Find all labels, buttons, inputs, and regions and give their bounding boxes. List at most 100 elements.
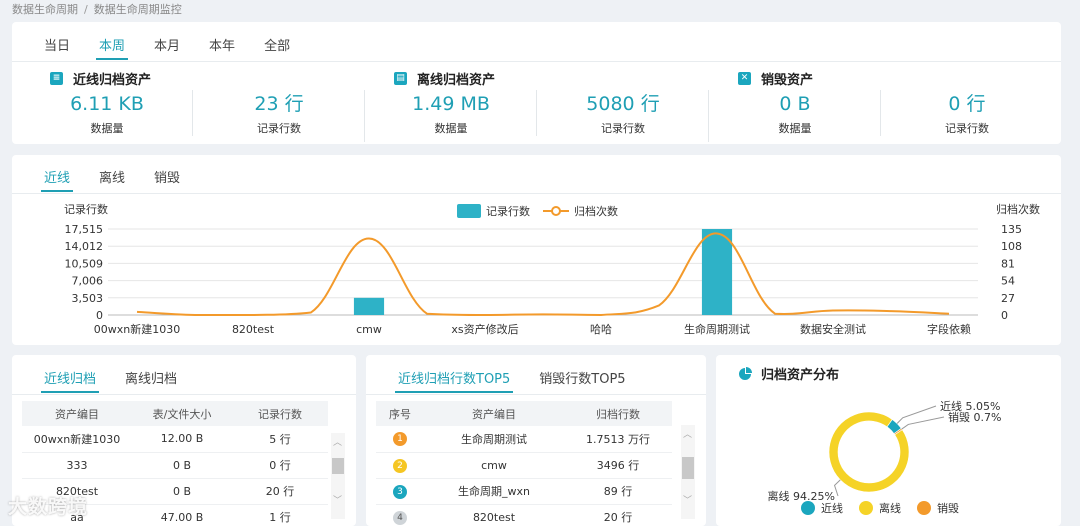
table-row[interactable]: 333 0 B0 行 — [22, 452, 328, 479]
table-row[interactable]: 3 生命周期_wxn 89 行 — [376, 478, 672, 505]
period-tabs: 当日 本周 本月 本年 全部 — [44, 35, 319, 60]
x-tick-label: cmw — [356, 323, 382, 336]
table-row[interactable]: 1 生命周期测试 1.7513 万行 — [376, 426, 672, 453]
tab-all[interactable]: 全部 — [264, 35, 290, 60]
rank-badge: 2 — [393, 458, 407, 473]
breadcrumb-parent[interactable]: 数据生命周期 — [12, 3, 78, 16]
table-row[interactable]: 2 cmw 3496 行 — [376, 452, 672, 479]
y2-tick-label: 0 — [1001, 309, 1008, 322]
row-count-label: 记录行数 — [257, 122, 301, 135]
slice-label: 销毁 0.7% — [948, 410, 1001, 424]
archive-trend-chart: 0 3,503 7,006 10,509 14,012 17,515 0 27 54 81 108 1… — [64, 202, 1040, 336]
y2-tick-label: 108 — [1001, 240, 1022, 253]
y2-tick-label: 54 — [1001, 275, 1015, 288]
destroyed-assets-group: ✕ 销毁资产 0 B 数据量 0 行记录行数 — [700, 66, 1044, 140]
scroll-down-icon[interactable]: ﹀ — [683, 493, 692, 506]
breadcrumb-current: 数据生命周期监控 — [93, 3, 182, 16]
bar-record-rows[interactable] — [701, 229, 733, 315]
table-scrollbar[interactable]: ︿ ﹀ — [681, 425, 695, 519]
asset-name: 生命周期测试 — [424, 426, 564, 453]
archive-tray-icon: ≡ — [50, 72, 63, 85]
legend-label[interactable]: 记录行数 — [486, 205, 530, 218]
slice-label: 离线 94.25% — [768, 489, 835, 503]
asset-size: 47.00 B — [132, 504, 232, 526]
asset-size: 0 B — [132, 478, 232, 505]
asset-rows: 20 行 — [232, 478, 328, 505]
asset-size: 0 B — [132, 452, 232, 479]
legend-label[interactable]: 销毁 — [937, 501, 959, 515]
table-scrollbar[interactable]: ︿ ﹀ — [331, 433, 345, 519]
column-header[interactable]: 归档行数 — [564, 401, 672, 426]
row-count-value: 23 行 — [254, 93, 304, 115]
watermark: 大数跨境 — [8, 496, 89, 518]
y-tick-label: 0 — [96, 309, 103, 322]
top5-table: 序号 资产编目 归档行数 1 生命周期测试 1.7513 万行 2 cmw 3496 行… — [376, 401, 672, 526]
asset-rows: 0 行 — [232, 452, 328, 479]
legend-label[interactable]: 近线 — [821, 501, 843, 515]
data-size-label: 数据量 — [90, 122, 124, 135]
y2-tick-label: 81 — [1001, 257, 1015, 270]
tab-this-year[interactable]: 本年 — [209, 35, 235, 60]
tab-this-week[interactable]: 本周 — [96, 35, 129, 60]
tab-nearline-top5[interactable]: 近线归档行数TOP5 — [394, 368, 514, 393]
data-size-value: 0 B — [779, 93, 811, 115]
tab-nearline-archive[interactable]: 近线归档 — [40, 368, 100, 393]
group-title: 近线归档资产 — [73, 73, 152, 88]
tab-this-month[interactable]: 本月 — [154, 35, 180, 60]
column-header[interactable]: 序号 — [376, 401, 424, 426]
distribution-card: 归档资产分布 近线 5.05% 销毁 0.7% 离线 94.25% 近线 离线 销毁 — [716, 355, 1061, 526]
label-leader-line — [896, 405, 937, 424]
y-axis-title: 记录行数 — [64, 203, 108, 216]
rank-badge: 4 — [393, 510, 407, 525]
scroll-up-icon[interactable]: ︿ — [333, 435, 342, 448]
archived-rows: 89 行 — [564, 478, 672, 505]
row-count-value: 5080 行 — [586, 93, 660, 115]
legend-dot — [917, 501, 931, 515]
legend-label[interactable]: 离线 — [879, 501, 901, 515]
rank-badge: 1 — [393, 432, 407, 447]
asset-size: 12.00 B — [132, 426, 232, 453]
breadcrumb: 数据生命周期 / 数据生命周期监控 — [12, 3, 182, 16]
archived-rows: 1.7513 万行 — [564, 426, 672, 453]
y2-tick-label: 27 — [1001, 292, 1015, 305]
y-tick-label: 14,012 — [65, 240, 104, 253]
scroll-down-icon[interactable]: ﹀ — [333, 493, 342, 506]
x-tick-label: 生命周期测试 — [684, 322, 750, 336]
tab-today[interactable]: 当日 — [44, 35, 70, 60]
legend-swatch-bar — [457, 204, 481, 218]
y-tick-label: 10,509 — [65, 257, 104, 270]
legend-marker — [551, 206, 561, 216]
data-size-label: 数据量 — [434, 122, 468, 135]
table-row[interactable]: 4 820test 20 行 — [376, 504, 672, 526]
tab-offline-archive[interactable]: 离线归档 — [125, 368, 177, 393]
table-row[interactable]: 00wxn新建1030 12.00 B5 行 — [22, 426, 328, 453]
asset-rows: 5 行 — [232, 426, 328, 453]
column-header[interactable]: 记录行数 — [232, 401, 328, 426]
data-size-value: 1.49 MB — [412, 93, 490, 115]
nearline-archive-group: ≡ 近线归档资产 6.11 KB 数据量 23 行记录行数 — [12, 66, 356, 140]
archive-box-icon: ▤ — [394, 72, 407, 85]
legend-label[interactable]: 归档次数 — [574, 204, 618, 218]
group-title: 离线归档资产 — [417, 73, 496, 88]
top5-card: 近线归档行数TOP5 销毁行数TOP5 序号 资产编目 归档行数 1 生命周期测试… — [366, 355, 706, 526]
x-tick-label: xs资产修改后 — [451, 322, 518, 336]
x-tick-label: 820test — [232, 323, 275, 336]
column-header[interactable]: 表/文件大小 — [132, 401, 232, 426]
scroll-thumb[interactable] — [682, 457, 694, 479]
y2-tick-label: 135 — [1001, 223, 1022, 236]
line-archive-count[interactable] — [136, 232, 950, 317]
scroll-up-icon[interactable]: ︿ — [683, 427, 692, 440]
tab-destroyed-top5[interactable]: 销毁行数TOP5 — [539, 368, 625, 393]
column-header[interactable]: 资产编目 — [22, 401, 132, 426]
x-tick-label: 字段依赖 — [927, 322, 971, 336]
offline-archive-group: ▤ 离线归档资产 1.49 MB 数据量 5080 行记录行数 — [356, 66, 700, 140]
scroll-thumb[interactable] — [332, 458, 344, 474]
asset-name: cmw — [424, 452, 564, 479]
label-leader-line — [833, 479, 841, 497]
archive-distribution-donut: 近线 5.05%销毁 0.7%离线 94.25%近线 离线 销毁 — [768, 399, 1001, 515]
data-size-value: 6.11 KB — [70, 93, 144, 115]
column-header[interactable]: 资产编目 — [424, 401, 564, 426]
x-tick-label: 00wxn新建1030 — [94, 322, 180, 336]
bar-record-rows[interactable] — [353, 297, 385, 315]
asset-name: 生命周期_wxn — [424, 478, 564, 505]
